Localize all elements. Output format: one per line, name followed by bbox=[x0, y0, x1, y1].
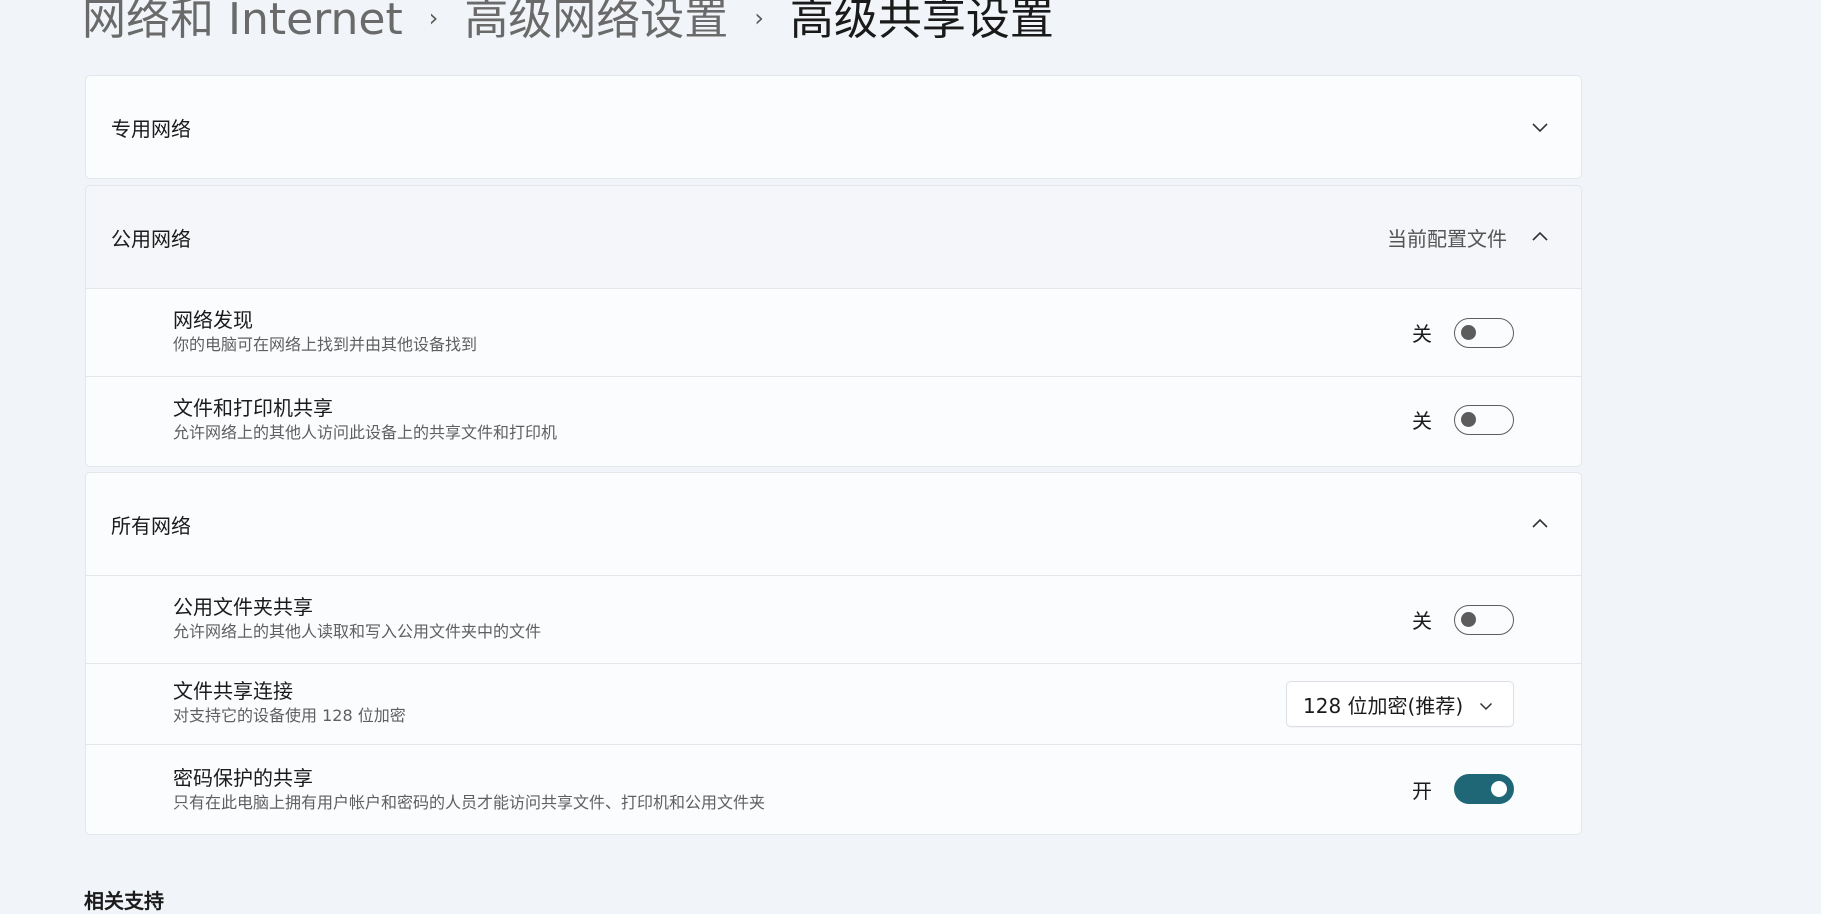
file-sharing-connection-desc: 对支持它的设备使用 128 位加密 bbox=[173, 706, 406, 725]
chevron-up-icon bbox=[1531, 231, 1549, 243]
toggle-knob bbox=[1461, 324, 1476, 340]
file-printer-sharing-toggle[interactable] bbox=[1454, 404, 1514, 435]
public-network-title: 公用网络 bbox=[111, 226, 191, 251]
all-networks-header[interactable]: 所有网络 bbox=[86, 473, 1581, 576]
password-protected-sharing-desc: 只有在此电脑上拥有用户帐户和密码的人员才能访问共享文件、打印机和公用文件夹 bbox=[173, 793, 766, 812]
public-folder-sharing-toggle[interactable] bbox=[1454, 604, 1514, 635]
file-printer-sharing-row: 文件和打印机共享 允许网络上的其他人访问此设备上的共享文件和打印机 关 bbox=[86, 377, 1581, 462]
file-printer-sharing-desc: 允许网络上的其他人访问此设备上的共享文件和打印机 bbox=[173, 423, 558, 442]
breadcrumb: 网络和 Internet › 高级网络设置 › 高级共享设置 bbox=[82, 0, 1054, 48]
file-printer-sharing-title: 文件和打印机共享 bbox=[173, 396, 333, 420]
all-networks-title: 所有网络 bbox=[111, 513, 191, 538]
chevron-right-icon: › bbox=[754, 4, 764, 32]
private-network-header[interactable]: 专用网络 bbox=[86, 76, 1581, 178]
password-protected-sharing-state: 开 bbox=[1412, 778, 1432, 803]
file-printer-sharing-state: 关 bbox=[1412, 409, 1432, 433]
password-protected-sharing-title: 密码保护的共享 bbox=[173, 766, 313, 790]
current-profile-label: 当前配置文件 bbox=[1387, 226, 1507, 251]
password-protected-sharing-toggle[interactable] bbox=[1454, 774, 1514, 804]
toggle-knob bbox=[1461, 411, 1476, 427]
toggle-knob bbox=[1491, 781, 1507, 797]
public-folder-sharing-title: 公用文件夹共享 bbox=[173, 595, 313, 619]
public-folder-sharing-desc: 允许网络上的其他人读取和写入公用文件夹中的文件 bbox=[173, 622, 542, 641]
page-title: 高级共享设置 bbox=[789, 0, 1054, 45]
private-network-section: 专用网络 bbox=[85, 75, 1582, 179]
chevron-up-icon bbox=[1531, 518, 1549, 530]
encryption-dropdown[interactable]: 128 位加密(推荐) bbox=[1286, 681, 1514, 727]
chevron-down-icon bbox=[1479, 692, 1493, 716]
public-folder-sharing-state: 关 bbox=[1412, 609, 1432, 633]
private-network-title: 专用网络 bbox=[111, 116, 191, 141]
password-protected-sharing-row: 密码保护的共享 只有在此电脑上拥有用户帐户和密码的人员才能访问共享文件、打印机和… bbox=[86, 745, 1581, 833]
chevron-right-icon: › bbox=[428, 4, 439, 32]
file-sharing-connection-row: 文件共享连接 对支持它的设备使用 128 位加密 128 位加密(推荐) bbox=[86, 664, 1581, 745]
file-sharing-connection-title: 文件共享连接 bbox=[173, 679, 293, 703]
network-discovery-toggle[interactable] bbox=[1454, 317, 1514, 348]
network-discovery-state: 关 bbox=[1412, 322, 1432, 346]
toggle-knob bbox=[1461, 611, 1476, 627]
network-discovery-title: 网络发现 bbox=[173, 308, 253, 332]
network-discovery-row: 网络发现 你的电脑可在网络上找到并由其他设备找到 关 bbox=[86, 289, 1581, 377]
public-network-section: 公用网络 当前配置文件 网络发现 你的电脑可在网络上找到并由其他设备找到 关 文… bbox=[85, 185, 1582, 467]
network-discovery-desc: 你的电脑可在网络上找到并由其他设备找到 bbox=[173, 335, 478, 354]
encryption-dropdown-value: 128 位加密(推荐) bbox=[1303, 693, 1464, 718]
breadcrumb-advanced-network[interactable]: 高级网络设置 bbox=[464, 0, 728, 48]
chevron-down-icon bbox=[1531, 121, 1549, 133]
public-network-header[interactable]: 公用网络 当前配置文件 bbox=[86, 186, 1581, 289]
all-networks-section: 所有网络 公用文件夹共享 允许网络上的其他人读取和写入公用文件夹中的文件 关 文… bbox=[85, 472, 1582, 835]
breadcrumb-network-internet[interactable]: 网络和 Internet bbox=[82, 0, 403, 48]
public-folder-sharing-row: 公用文件夹共享 允许网络上的其他人读取和写入公用文件夹中的文件 关 bbox=[86, 576, 1581, 664]
